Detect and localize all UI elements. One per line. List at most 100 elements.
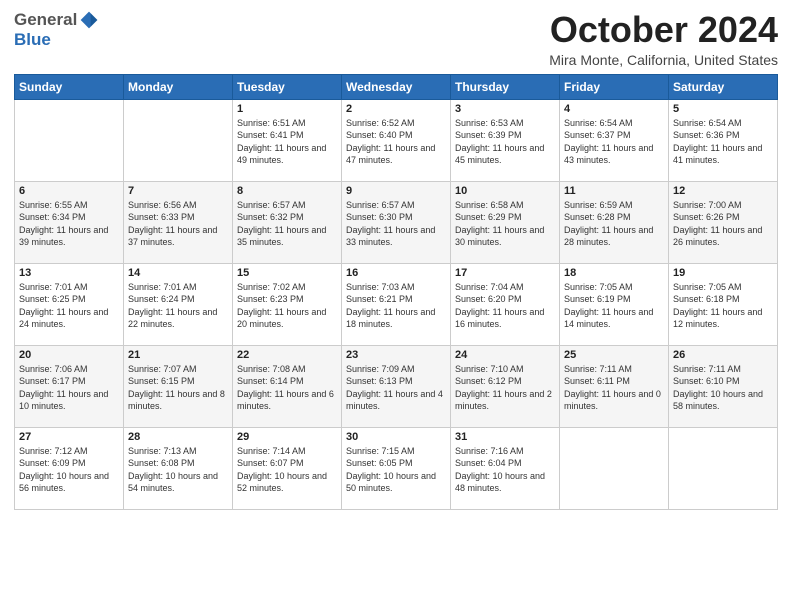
day-info: Sunrise: 7:07 AMSunset: 6:15 PMDaylight:… [128, 363, 228, 413]
day-number: 25 [564, 349, 664, 361]
day-cell: 13 Sunrise: 7:01 AMSunset: 6:25 PMDayligh… [15, 263, 124, 345]
day-info: Sunrise: 7:10 AMSunset: 6:12 PMDaylight:… [455, 363, 555, 413]
day-cell: 18 Sunrise: 7:05 AMSunset: 6:19 PMDayligh… [560, 263, 669, 345]
day-number: 23 [346, 349, 446, 361]
day-cell [15, 99, 124, 181]
day-info: Sunrise: 7:11 AMSunset: 6:11 PMDaylight:… [564, 363, 664, 413]
day-info: Sunrise: 7:13 AMSunset: 6:08 PMDaylight:… [128, 445, 228, 495]
day-cell: 30 Sunrise: 7:15 AMSunset: 6:05 PMDayligh… [342, 427, 451, 509]
day-cell: 15Sunrise: 7:02 AMSunset: 6:23 PMDayligh… [233, 263, 342, 345]
day-number: 17 [455, 267, 555, 279]
day-number: 31 [455, 431, 555, 443]
day-cell: 3Sunrise: 6:53 AMSunset: 6:39 PMDaylight… [451, 99, 560, 181]
day-cell: 10Sunrise: 6:58 AMSunset: 6:29 PMDayligh… [451, 181, 560, 263]
day-number: 2 [346, 103, 446, 115]
day-number: 30 [346, 431, 446, 443]
header-thursday: Thursday [451, 74, 560, 99]
day-cell: 4Sunrise: 6:54 AMSunset: 6:37 PMDaylight… [560, 99, 669, 181]
header-sunday: Sunday [15, 74, 124, 99]
day-cell [669, 427, 778, 509]
day-cell: 25 Sunrise: 7:11 AMSunset: 6:11 PMDayligh… [560, 345, 669, 427]
day-number: 19 [673, 267, 773, 279]
logo-general: General [14, 10, 77, 30]
logo-icon [79, 10, 99, 30]
day-info: Sunrise: 7:12 AMSunset: 6:09 PMDaylight:… [19, 445, 119, 495]
day-cell: 22Sunrise: 7:08 AMSunset: 6:14 PMDayligh… [233, 345, 342, 427]
weekday-header-row: Sunday Monday Tuesday Wednesday Thursday… [15, 74, 778, 99]
day-cell: 14 Sunrise: 7:01 AMSunset: 6:24 PMDayligh… [124, 263, 233, 345]
day-info: Sunrise: 7:09 AMSunset: 6:13 PMDaylight:… [346, 363, 446, 413]
day-cell: 21 Sunrise: 7:07 AMSunset: 6:15 PMDayligh… [124, 345, 233, 427]
header: General Blue October 2024 Mira Monte, Ca… [14, 10, 778, 68]
day-number: 1 [237, 103, 337, 115]
day-cell: 8Sunrise: 6:57 AMSunset: 6:32 PMDaylight… [233, 181, 342, 263]
day-number: 13 [19, 267, 119, 279]
day-cell: 11Sunrise: 6:59 AMSunset: 6:28 PMDayligh… [560, 181, 669, 263]
day-number: 21 [128, 349, 228, 361]
day-info: Sunrise: 7:01 AMSunset: 6:24 PMDaylight:… [128, 281, 228, 331]
day-info: Sunrise: 6:55 AMSunset: 6:34 PMDaylight:… [19, 199, 119, 249]
header-wednesday: Wednesday [342, 74, 451, 99]
logo: General Blue [14, 10, 99, 50]
day-number: 28 [128, 431, 228, 443]
day-number: 14 [128, 267, 228, 279]
header-saturday: Saturday [669, 74, 778, 99]
day-info: Sunrise: 7:11 AMSunset: 6:10 PMDaylight:… [673, 363, 773, 413]
week-row-2: 6Sunrise: 6:55 AMSunset: 6:34 PMDaylight… [15, 181, 778, 263]
day-cell: 27 Sunrise: 7:12 AMSunset: 6:09 PMDayligh… [15, 427, 124, 509]
day-info: Sunrise: 6:59 AMSunset: 6:28 PMDaylight:… [564, 199, 664, 249]
day-info: Sunrise: 6:57 AMSunset: 6:32 PMDaylight:… [237, 199, 337, 249]
day-cell: 16Sunrise: 7:03 AMSunset: 6:21 PMDayligh… [342, 263, 451, 345]
day-cell [560, 427, 669, 509]
day-cell: 28 Sunrise: 7:13 AMSunset: 6:08 PMDayligh… [124, 427, 233, 509]
day-info: Sunrise: 6:53 AMSunset: 6:39 PMDaylight:… [455, 117, 555, 167]
day-number: 18 [564, 267, 664, 279]
day-info: Sunrise: 6:54 AMSunset: 6:36 PMDaylight:… [673, 117, 773, 167]
day-cell: 23 Sunrise: 7:09 AMSunset: 6:13 PMDayligh… [342, 345, 451, 427]
page-container: General Blue October 2024 Mira Monte, Ca… [0, 0, 792, 520]
day-cell: 31 Sunrise: 7:16 AMSunset: 6:04 PMDayligh… [451, 427, 560, 509]
day-number: 7 [128, 185, 228, 197]
day-number: 20 [19, 349, 119, 361]
day-number: 5 [673, 103, 773, 115]
day-number: 12 [673, 185, 773, 197]
day-number: 15 [237, 267, 337, 279]
day-info: Sunrise: 7:05 AMSunset: 6:19 PMDaylight:… [564, 281, 664, 331]
day-info: Sunrise: 6:52 AMSunset: 6:40 PMDaylight:… [346, 117, 446, 167]
day-info: Sunrise: 6:51 AMSunset: 6:41 PMDaylight:… [237, 117, 337, 167]
day-info: Sunrise: 6:54 AMSunset: 6:37 PMDaylight:… [564, 117, 664, 167]
week-row-4: 20 Sunrise: 7:06 AMSunset: 6:17 PMDayligh… [15, 345, 778, 427]
calendar: Sunday Monday Tuesday Wednesday Thursday… [14, 74, 778, 510]
week-row-3: 13 Sunrise: 7:01 AMSunset: 6:25 PMDayligh… [15, 263, 778, 345]
day-cell: 17 Sunrise: 7:04 AMSunset: 6:20 PMDayligh… [451, 263, 560, 345]
week-row-5: 27 Sunrise: 7:12 AMSunset: 6:09 PMDayligh… [15, 427, 778, 509]
day-cell: 29Sunrise: 7:14 AMSunset: 6:07 PMDayligh… [233, 427, 342, 509]
month-title: October 2024 [549, 10, 778, 50]
day-info: Sunrise: 7:14 AMSunset: 6:07 PMDaylight:… [237, 445, 337, 495]
day-cell: 5 Sunrise: 6:54 AMSunset: 6:36 PMDaylight… [669, 99, 778, 181]
day-cell: 9 Sunrise: 6:57 AMSunset: 6:30 PMDaylight… [342, 181, 451, 263]
day-cell: 26 Sunrise: 7:11 AMSunset: 6:10 PMDayligh… [669, 345, 778, 427]
day-cell [124, 99, 233, 181]
day-info: Sunrise: 7:16 AMSunset: 6:04 PMDaylight:… [455, 445, 555, 495]
day-cell: 19 Sunrise: 7:05 AMSunset: 6:18 PMDayligh… [669, 263, 778, 345]
day-cell: 6Sunrise: 6:55 AMSunset: 6:34 PMDaylight… [15, 181, 124, 263]
title-block: October 2024 Mira Monte, California, Uni… [549, 10, 778, 68]
day-info: Sunrise: 6:58 AMSunset: 6:29 PMDaylight:… [455, 199, 555, 249]
day-number: 27 [19, 431, 119, 443]
day-info: Sunrise: 7:01 AMSunset: 6:25 PMDaylight:… [19, 281, 119, 331]
day-info: Sunrise: 7:05 AMSunset: 6:18 PMDaylight:… [673, 281, 773, 331]
day-info: Sunrise: 7:06 AMSunset: 6:17 PMDaylight:… [19, 363, 119, 413]
day-info: Sunrise: 7:04 AMSunset: 6:20 PMDaylight:… [455, 281, 555, 331]
logo-blue: Blue [14, 30, 51, 49]
day-cell: 20 Sunrise: 7:06 AMSunset: 6:17 PMDayligh… [15, 345, 124, 427]
day-cell: 2 Sunrise: 6:52 AMSunset: 6:40 PMDaylight… [342, 99, 451, 181]
day-info: Sunrise: 6:56 AMSunset: 6:33 PMDaylight:… [128, 199, 228, 249]
day-info: Sunrise: 7:15 AMSunset: 6:05 PMDaylight:… [346, 445, 446, 495]
day-info: Sunrise: 7:08 AMSunset: 6:14 PMDaylight:… [237, 363, 337, 413]
location: Mira Monte, California, United States [549, 52, 778, 68]
day-number: 9 [346, 185, 446, 197]
day-number: 26 [673, 349, 773, 361]
header-tuesday: Tuesday [233, 74, 342, 99]
day-info: Sunrise: 6:57 AMSunset: 6:30 PMDaylight:… [346, 199, 446, 249]
